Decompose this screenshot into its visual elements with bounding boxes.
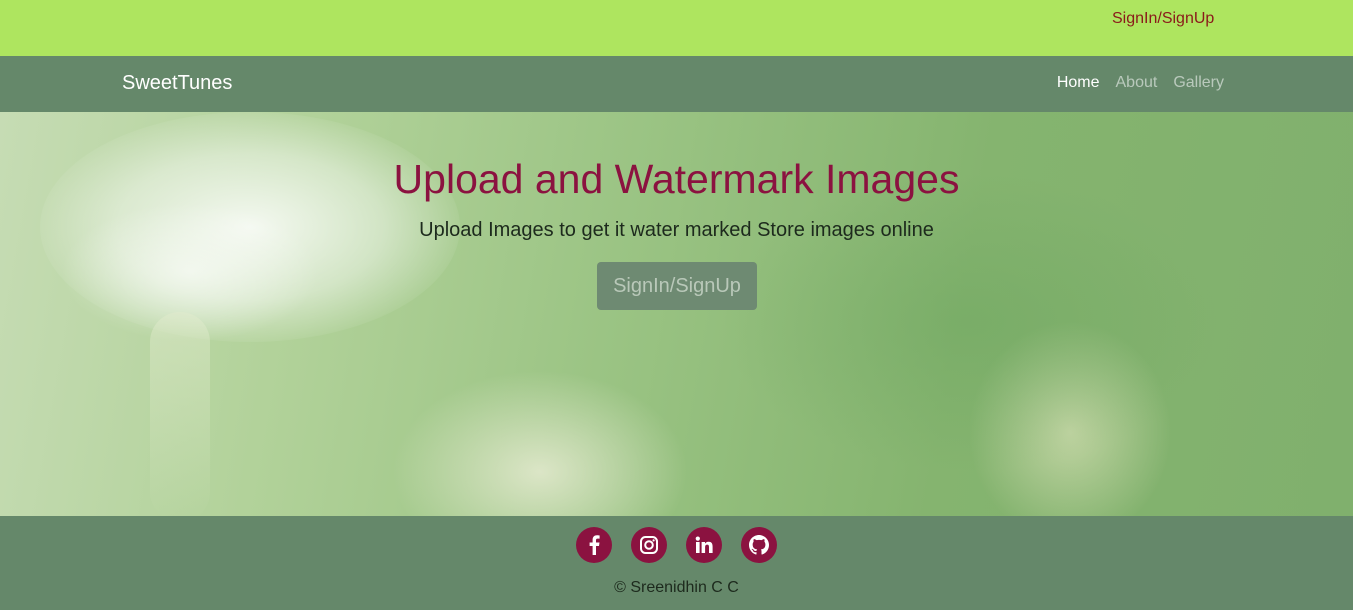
top-bar: SignIn/SignUp [0, 0, 1353, 56]
nav-menu: Home About Gallery [1057, 74, 1224, 92]
nav-item-about[interactable]: About [1116, 74, 1158, 92]
nav-item-home[interactable]: Home [1057, 74, 1100, 92]
navbar: SweetTunes Home About Gallery [0, 56, 1353, 112]
github-icon [749, 535, 769, 555]
facebook-link[interactable] [576, 527, 612, 563]
hero-section: Upload and Watermark Images Upload Image… [0, 112, 1353, 516]
hero-subtitle: Upload Images to get it water marked Sto… [419, 219, 934, 241]
linkedin-link[interactable] [686, 527, 722, 563]
page-title: Upload and Watermark Images [393, 156, 960, 202]
brand-logo[interactable]: SweetTunes [122, 72, 232, 95]
signin-signup-button[interactable]: SignIn/SignUp [597, 262, 757, 310]
linkedin-icon [695, 536, 713, 553]
signin-signup-link[interactable]: SignIn/SignUp [1112, 10, 1214, 28]
github-link[interactable] [741, 527, 777, 563]
facebook-icon [589, 535, 600, 555]
footer: © Sreenidhin C C [0, 516, 1353, 610]
nav-item-gallery[interactable]: Gallery [1173, 74, 1224, 92]
instagram-icon [640, 536, 658, 554]
copyright-text: © Sreenidhin C C [614, 579, 739, 596]
social-links [576, 527, 777, 563]
instagram-link[interactable] [631, 527, 667, 563]
